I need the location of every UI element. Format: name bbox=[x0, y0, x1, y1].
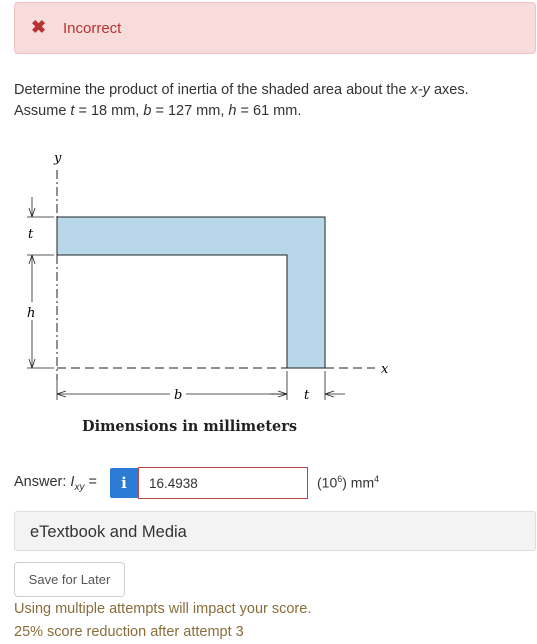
y-axis-label: y bbox=[53, 151, 62, 166]
question-line-1: Determine the product of inertia of the … bbox=[14, 82, 469, 98]
answer-unit: (106) mm4 bbox=[317, 474, 380, 491]
incorrect-alert: ✖ Incorrect bbox=[14, 2, 536, 54]
question-line-2: Assume t = 18 mm, b = 127 mm, h = 61 mm. bbox=[14, 103, 302, 119]
warning-line-1: Using multiple attempts will impact your… bbox=[14, 601, 312, 617]
shaded-area bbox=[56, 216, 326, 369]
etextbook-media-panel[interactable]: eTextbook and Media bbox=[14, 511, 536, 551]
b-dimension-label: b bbox=[174, 388, 182, 403]
alert-label: Incorrect bbox=[63, 20, 122, 37]
angle-section-figure: y x t h b t bbox=[24, 151, 389, 403]
x-axis-label: x bbox=[381, 362, 389, 377]
answer-label: Answer: Ixy = bbox=[14, 474, 97, 493]
answer-input[interactable] bbox=[138, 467, 308, 499]
warning-line-2: 25% score reduction after attempt 3 bbox=[14, 624, 244, 640]
info-icon[interactable]: i bbox=[110, 468, 138, 498]
save-for-later-button[interactable]: Save for Later bbox=[14, 562, 125, 597]
t-bottom-dimension-label: t bbox=[304, 388, 310, 403]
close-icon: ✖ bbox=[31, 17, 47, 37]
question-text: Determine the product of inertia of the … bbox=[14, 80, 524, 122]
figure-caption: Dimensions in millimeters bbox=[82, 418, 298, 435]
etextbook-label: eTextbook and Media bbox=[30, 523, 187, 541]
h-dimension-label: h bbox=[27, 306, 35, 321]
t-dimension-label: t bbox=[28, 227, 34, 242]
attempt-warning: Using multiple attempts will impact your… bbox=[14, 598, 311, 644]
